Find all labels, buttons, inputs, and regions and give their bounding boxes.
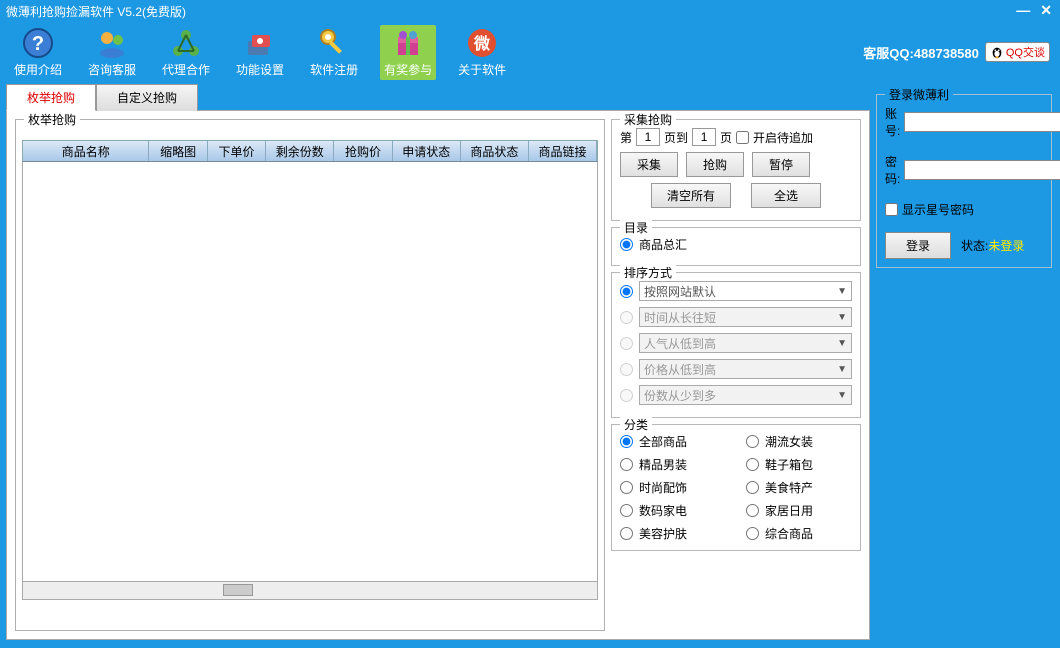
select-all-button[interactable]: 全选	[751, 183, 821, 208]
buy-button[interactable]: 抢购	[686, 152, 744, 177]
column-header[interactable]: 商品名称	[23, 141, 149, 161]
column-header[interactable]: 缩略图	[149, 141, 207, 161]
toolbar-intro[interactable]: ? 使用介绍	[10, 25, 66, 80]
column-header[interactable]: 抢购价	[334, 141, 392, 161]
toolbar-support[interactable]: 咨询客服	[84, 25, 140, 80]
sort-radio	[620, 311, 633, 324]
clear-all-button[interactable]: 清空所有	[651, 183, 731, 208]
network-icon	[170, 27, 202, 59]
column-header[interactable]: 剩余份数	[266, 141, 334, 161]
sort-radio	[620, 337, 633, 350]
collect-group: 采集抢购 第 页到 页 开启待追加 采集 抢购 暂停 清空所有 全选	[611, 119, 861, 221]
toolbar-prize[interactable]: 有奖参与	[380, 25, 436, 80]
about-icon: 微	[466, 27, 498, 59]
page-from-input[interactable]	[636, 128, 660, 146]
sort-select: 时间从长往短▼	[639, 307, 852, 327]
column-header[interactable]: 商品状态	[461, 141, 529, 161]
toolbar-register[interactable]: 软件注册	[306, 25, 362, 80]
chevron-down-icon: ▼	[837, 286, 847, 297]
chevron-down-icon: ▼	[837, 338, 847, 349]
sort-select: 价格从低到高▼	[639, 359, 852, 379]
key-icon	[318, 27, 350, 59]
column-header[interactable]: 申请状态	[393, 141, 461, 161]
category-radio[interactable]	[620, 527, 633, 540]
sort-select[interactable]: 按照网站默认▼	[639, 281, 852, 301]
category-radio[interactable]	[746, 504, 759, 517]
category-group: 分类 全部商品潮流女装精品男装鞋子箱包时尚配饰美食特产数码家电家居日用美容护肤综…	[611, 424, 861, 551]
sort-select: 份数从少到多▼	[639, 385, 852, 405]
table-body	[22, 162, 598, 582]
password-label: 密码:	[885, 153, 900, 187]
category-radio[interactable]	[620, 481, 633, 494]
sort-radio[interactable]	[620, 285, 633, 298]
toolbar: ? 使用介绍 咨询客服 代理合作 功能设置 软件注册 有奖参与 微 关于软件 客…	[0, 22, 1060, 82]
chevron-down-icon: ▼	[837, 390, 847, 401]
column-header[interactable]: 下单价	[208, 141, 266, 161]
horizontal-scrollbar[interactable]	[22, 582, 598, 600]
login-panel: 登录微薄利 账号: 密码: 显示星号密码 登录 状态:未登录	[876, 94, 1052, 268]
login-button[interactable]: 登录	[885, 232, 951, 259]
chevron-down-icon: ▼	[837, 364, 847, 375]
category-radio[interactable]	[620, 504, 633, 517]
tab-custom-buy[interactable]: 自定义抢购	[96, 84, 198, 111]
catalog-group: 目录 商品总汇	[611, 227, 861, 266]
toolbar-settings[interactable]: 功能设置	[232, 25, 288, 80]
enable-append-checkbox[interactable]	[736, 131, 749, 144]
tab-enum-buy[interactable]: 枚举抢购	[6, 84, 96, 111]
sort-radio	[620, 389, 633, 402]
minimize-button[interactable]: —	[1016, 2, 1030, 19]
column-header[interactable]: 商品链接	[529, 141, 597, 161]
account-input[interactable]	[904, 112, 1060, 132]
password-input[interactable]	[904, 160, 1060, 180]
svg-text:?: ?	[32, 33, 44, 55]
pause-button[interactable]: 暂停	[752, 152, 810, 177]
category-radio[interactable]	[746, 435, 759, 448]
qq-icon	[990, 45, 1004, 59]
page-to-input[interactable]	[692, 128, 716, 146]
settings-icon	[244, 27, 276, 59]
qq-chat-button[interactable]: QQ交谈	[985, 42, 1050, 62]
support-qq: 客服QQ:488738580	[863, 43, 979, 62]
svg-text:微: 微	[473, 34, 491, 53]
toolbar-about[interactable]: 微 关于软件	[454, 25, 510, 80]
show-password-checkbox[interactable]	[885, 203, 898, 216]
category-radio[interactable]	[620, 458, 633, 471]
sort-radio	[620, 363, 633, 376]
chevron-down-icon: ▼	[837, 312, 847, 323]
people-icon	[96, 27, 128, 59]
sort-select: 人气从低到高▼	[639, 333, 852, 353]
catalog-all-radio[interactable]	[620, 238, 633, 251]
category-radio[interactable]	[746, 527, 759, 540]
table-fieldset-label: 枚举抢购	[24, 111, 80, 128]
account-label: 账号:	[885, 105, 900, 139]
category-radio[interactable]	[620, 435, 633, 448]
gift-icon	[392, 27, 424, 59]
help-icon: ?	[22, 27, 54, 59]
close-button[interactable]: ✕	[1040, 2, 1052, 19]
sort-group: 排序方式 按照网站默认▼时间从长往短▼人气从低到高▼价格从低到高▼份数从少到多▼	[611, 272, 861, 418]
window-title: 微薄利抢购捡漏软件 V5.2(免费版)	[6, 3, 186, 20]
toolbar-agent[interactable]: 代理合作	[158, 25, 214, 80]
table-header: 商品名称缩略图下单价剩余份数抢购价申请状态商品状态商品链接	[22, 140, 598, 162]
category-radio[interactable]	[746, 481, 759, 494]
collect-button[interactable]: 采集	[620, 152, 678, 177]
category-radio[interactable]	[746, 458, 759, 471]
